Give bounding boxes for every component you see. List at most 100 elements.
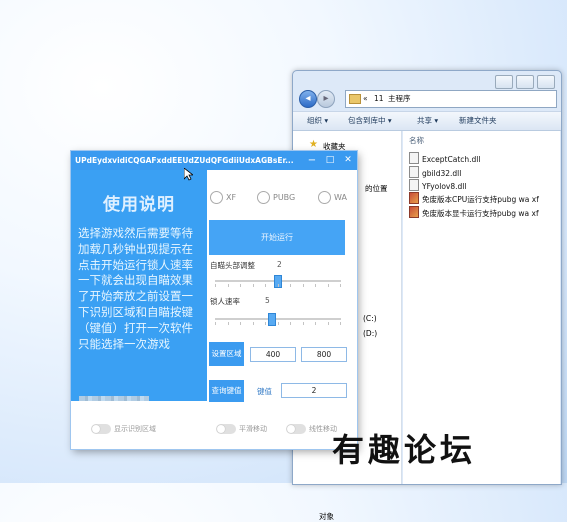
dll-file-icon <box>409 179 419 191</box>
slider-thumb[interactable] <box>267 313 276 326</box>
address-bar-row: ◂ ▸ « 11 主程序 <box>297 89 557 109</box>
instructions-title: 使用说明 <box>103 195 175 215</box>
toggle-show-region[interactable]: 显示识别区域 <box>91 423 156 435</box>
new-folder-button[interactable]: 新建文件夹 <box>459 112 497 130</box>
set-region-button[interactable]: 设置区域 <box>209 342 244 366</box>
address-part[interactable]: 主程序 <box>388 91 411 107</box>
file-item[interactable]: gbild32.dll <box>409 166 461 178</box>
key-value-label: 键值 <box>257 387 272 396</box>
file-name: 免废版本CPU运行支持pubg wa xf <box>422 195 539 204</box>
radio-xf[interactable]: XF <box>210 190 236 204</box>
lock-speed-label: 锁人速率 <box>210 297 240 306</box>
address-part[interactable]: 11 <box>374 91 384 107</box>
head-adjust-label: 自瞄头部调整 <box>210 261 255 270</box>
nav-item-drive-c[interactable]: (C:) <box>363 314 377 323</box>
instructions-text: 选择游戏然后需要等待加载几秒钟出现提示在点击开始运行锁人速率一下就会出现自瞄效果… <box>78 226 193 351</box>
radio-circle-icon <box>210 190 223 204</box>
package-file-icon <box>409 206 419 218</box>
mouse-cursor-icon <box>184 168 193 181</box>
toggle-switch-icon <box>286 424 306 434</box>
explorer-minimize-button[interactable] <box>495 75 513 89</box>
watermark: 有趣论坛 <box>332 431 477 469</box>
slider-tick <box>215 284 216 287</box>
slider-tick <box>265 284 266 287</box>
dll-file-icon <box>409 152 419 164</box>
package-file-icon <box>409 192 419 204</box>
file-name: gbild32.dll <box>422 169 462 178</box>
slider-tick <box>327 284 329 287</box>
close-button[interactable]: ✕ <box>341 151 355 170</box>
organize-menu[interactable]: 组织 ▾ <box>307 112 328 130</box>
app-titlebar[interactable]: UPdEydxvidiCQGAFxddEEUdZUdQFGdiiUdxAGBsE… <box>71 151 357 170</box>
back-button[interactable]: ◂ <box>299 90 317 108</box>
maximize-button[interactable]: □ <box>323 151 337 170</box>
column-header-name[interactable]: 名称 <box>409 135 424 146</box>
file-name: ExceptCatch.dll <box>422 155 481 164</box>
slider-track <box>215 318 341 320</box>
explorer-maximize-button[interactable] <box>516 75 534 89</box>
lock-speed-slider[interactable] <box>215 313 341 326</box>
app-window: UPdEydxvidiCQGAFxddEEUdZUdQFGdiiUdxAGBsE… <box>71 151 357 449</box>
head-adjust-slider[interactable] <box>215 275 341 288</box>
region-width-input[interactable]: 400 <box>250 347 296 362</box>
file-item[interactable]: 免废版本CPU运行支持pubg wa xf <box>409 192 539 204</box>
explorer-window-controls <box>495 75 555 89</box>
slider-tick <box>327 322 329 325</box>
nav-item-recent-places[interactable]: 的位置 <box>365 183 388 194</box>
start-button[interactable]: 开始运行 <box>209 220 345 255</box>
toggle-switch-icon <box>216 424 236 434</box>
dll-file-icon <box>409 166 419 178</box>
toggle-label: 平滑移动 <box>239 425 267 433</box>
nav-item-objects[interactable]: 对象 <box>319 511 334 522</box>
slider-tick <box>252 284 254 287</box>
instructions-panel: 使用说明 选择游戏然后需要等待加载几秒钟出现提示在点击开始运行锁人速率一下就会出… <box>71 170 207 404</box>
slider-tick <box>340 322 341 325</box>
query-key-button[interactable]: 查询键值 <box>209 380 244 402</box>
address-part[interactable]: « <box>363 91 368 107</box>
radio-label: WA <box>334 192 347 202</box>
slider-tick <box>302 322 304 325</box>
slider-tick <box>277 322 279 325</box>
slider-tick <box>227 322 229 325</box>
toggle-switch-icon <box>91 424 111 434</box>
slider-tick <box>227 284 229 287</box>
file-item[interactable]: ExceptCatch.dll <box>409 152 480 164</box>
file-name: 免废版本显卡运行支持pubg wa xf <box>422 209 539 218</box>
region-height-input[interactable]: 800 <box>301 347 347 362</box>
slider-tick <box>302 284 304 287</box>
radio-label: XF <box>226 192 237 202</box>
folder-icon <box>349 94 361 104</box>
slider-tick <box>315 284 316 287</box>
radio-circle-icon <box>257 190 270 204</box>
minimize-button[interactable]: − <box>305 151 319 170</box>
lock-speed-value: 5 <box>265 296 270 305</box>
slider-tick <box>290 284 291 287</box>
share-menu[interactable]: 共享 ▾ <box>417 112 438 130</box>
slider-tick <box>240 284 241 287</box>
file-item[interactable]: YFyolov8.dll <box>409 179 466 191</box>
head-adjust-value: 2 <box>277 260 282 269</box>
radio-circle-icon <box>318 190 331 204</box>
slider-tick <box>252 322 254 325</box>
slider-tick <box>290 322 291 325</box>
key-value-input[interactable]: 2 <box>281 383 347 398</box>
include-in-library-menu[interactable]: 包含到库中 ▾ <box>348 112 392 130</box>
slider-tick <box>315 322 316 325</box>
file-item[interactable]: 免废版本显卡运行支持pubg wa xf <box>409 206 539 218</box>
radio-wa[interactable]: WA <box>318 190 347 204</box>
slider-tick <box>215 322 216 325</box>
slider-tick <box>277 284 279 287</box>
slider-tick <box>265 322 266 325</box>
radio-pubg[interactable]: PUBG <box>257 190 295 204</box>
explorer-close-button[interactable] <box>537 75 555 89</box>
forward-button[interactable]: ▸ <box>317 90 335 108</box>
nav-item-drive-d[interactable]: (D:) <box>363 329 377 338</box>
slider-tick <box>240 322 241 325</box>
file-name: YFyolov8.dll <box>422 182 467 191</box>
toggle-smooth-move[interactable]: 平滑移动 <box>216 423 267 435</box>
slider-tick <box>340 284 341 287</box>
toggle-linear-move[interactable]: 线性移动 <box>286 423 337 435</box>
star-icon: ★ <box>309 139 318 150</box>
address-field[interactable]: « 11 主程序 <box>345 90 557 108</box>
radio-label: PUBG <box>273 192 296 202</box>
